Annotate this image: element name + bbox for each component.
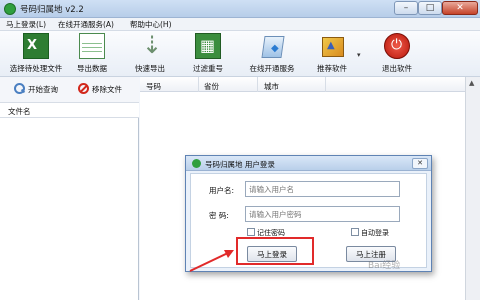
column-divider (257, 77, 258, 92)
dialog-close-button[interactable]: ✕ (412, 158, 428, 169)
username-input[interactable] (245, 181, 400, 197)
software-box-icon (319, 33, 345, 59)
title-bar: 号码归属地 v2.2 – □ ✕ (0, 0, 480, 18)
remove-file-button[interactable]: 移除文件 (78, 83, 122, 95)
excel-icon (23, 33, 49, 59)
select-file-label: 选择待处理文件 (9, 64, 63, 73)
password-input[interactable] (245, 206, 400, 222)
exit-software-label: 退出软件 (382, 64, 412, 73)
chevron-down-icon[interactable]: ▾ (357, 51, 361, 59)
vertical-scrollbar[interactable]: ▲ (465, 77, 480, 300)
recommended-software-button[interactable]: 推荐软件 (310, 33, 354, 74)
start-query-label: 开始查询 (28, 85, 58, 94)
table-header: 号码 省份 城市 (140, 77, 465, 92)
filter-icon (195, 33, 221, 59)
column-divider (325, 77, 326, 92)
main-toolbar: 选择待处理文件 导出数据 快速导出 过滤重号 在线开通服务 推荐软件 ▾ 退出软… (0, 31, 480, 77)
column-city[interactable]: 城市 (264, 81, 279, 92)
filename-column-header: 文件名 (8, 107, 31, 116)
exit-software-button[interactable]: 退出软件 (376, 33, 418, 74)
checkbox-box (247, 228, 255, 236)
export-data-label: 导出数据 (77, 64, 107, 73)
recommended-software-label: 推荐软件 (317, 64, 347, 73)
menu-bar: 马上登录(L) 在线开通服务(A) 帮助中心(H) (0, 18, 480, 31)
password-label: 密 码: (209, 211, 229, 220)
filter-duplicates-label: 过滤重号 (193, 64, 223, 73)
export-data-button[interactable]: 导出数据 (70, 33, 114, 74)
highlight-box (236, 237, 314, 265)
select-file-button[interactable]: 选择待处理文件 (6, 33, 66, 74)
online-service-label: 在线开通服务 (249, 64, 295, 73)
quick-export-button[interactable]: 快速导出 (130, 31, 170, 74)
dialog-title-bar: 号码归属地 用户登录 ✕ (186, 156, 431, 171)
export-arrow-icon (137, 31, 163, 59)
column-number[interactable]: 号码 (146, 81, 161, 92)
checkbox-box (351, 228, 359, 236)
file-panel: 开始查询 移除文件 文件名 (0, 77, 139, 300)
online-service-button[interactable]: 在线开通服务 (243, 33, 301, 74)
scroll-up-icon[interactable]: ▲ (469, 79, 474, 87)
annotation-arrow-icon (189, 250, 234, 272)
menu-login[interactable]: 马上登录(L) (6, 19, 46, 30)
app-logo-icon (4, 3, 16, 15)
start-query-button[interactable]: 开始查询 (14, 83, 58, 95)
search-icon (14, 83, 25, 94)
watermark: Bai经验 (368, 261, 401, 271)
column-province[interactable]: 省份 (204, 81, 219, 92)
remove-icon (78, 83, 89, 94)
column-divider (198, 77, 199, 92)
quick-export-label: 快速导出 (135, 64, 165, 73)
app-window: 号码归属地 v2.2 – □ ✕ 马上登录(L) 在线开通服务(A) 帮助中心(… (0, 0, 480, 300)
auto-login-checkbox[interactable]: 自动登录 (351, 228, 389, 238)
close-button[interactable]: ✕ (442, 1, 478, 15)
auto-login-label: 自动登录 (361, 229, 389, 237)
maximize-button[interactable]: □ (418, 1, 442, 15)
username-label: 用户名: (209, 186, 235, 195)
power-icon (384, 33, 410, 59)
menu-online-service[interactable]: 在线开通服务(A) (58, 19, 114, 30)
dialog-title: 号码归属地 用户登录 (205, 160, 275, 169)
minimize-button[interactable]: – (394, 1, 418, 15)
menu-help[interactable]: 帮助中心(H) (130, 19, 172, 30)
remember-password-label: 记住密码 (257, 229, 285, 237)
dialog-logo-icon (192, 159, 201, 168)
file-panel-toolbar: 开始查询 移除文件 (0, 77, 139, 103)
filter-duplicates-button[interactable]: 过滤重号 (188, 33, 228, 74)
file-list-header: 文件名 (0, 103, 139, 118)
service-icon (259, 33, 285, 59)
spreadsheet-icon (79, 33, 105, 59)
window-title: 号码归属地 v2.2 (20, 5, 84, 15)
remove-file-label: 移除文件 (92, 85, 122, 94)
